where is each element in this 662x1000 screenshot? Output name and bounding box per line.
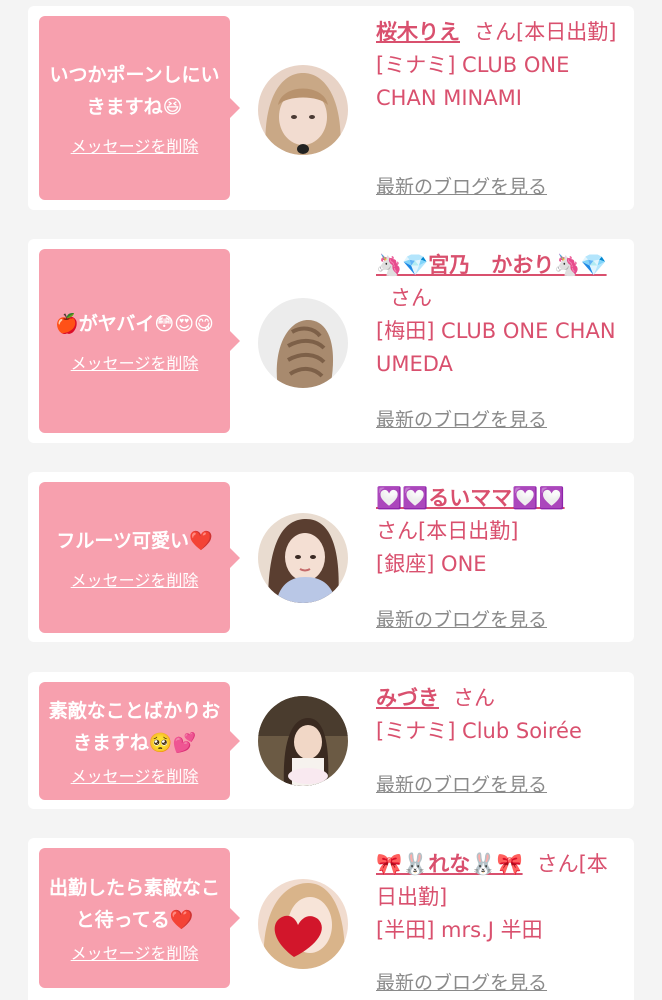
avatar[interactable] [258,65,348,155]
shop-name: [半田] mrs.J 半田 [376,918,543,942]
cast-info: 桜木りえ さん[本日出勤] [ミナミ] CLUB ONE CHAN MINAMI [376,16,626,115]
message-bubble: 素敵なことばかりおきますね🥺💕 メッセージを削除 [39,682,240,800]
delete-message-link[interactable]: メッセージを削除 [71,133,199,157]
shop-name: [梅田] CLUB ONE CHAN UMEDA [376,319,616,376]
message-card: 素敵なことばかりおきますね🥺💕 メッセージを削除 みづき さん [ミナミ] Clu… [28,672,634,809]
delete-message-link[interactable]: メッセージを削除 [71,350,199,374]
message-bubble: 出勤したら素敵なこと待ってる❤️ メッセージを削除 [39,848,240,988]
cast-name-link[interactable]: 🦄💎宮乃 かおり🦄💎 [376,253,607,277]
message-card: 出勤したら素敵なこと待ってる❤️ メッセージを削除 🎀🐰れな🐰🎀 さん[本日出勤]… [28,838,634,1000]
latest-blog-link[interactable]: 最新のブログを見る [376,968,547,995]
delete-message-link[interactable]: メッセージを削除 [71,567,199,591]
message-card: いつかポーンしにいきますね😆 メッセージを削除 桜木りえ さん[本日出勤] [ミナ… [28,6,634,210]
latest-blog-link[interactable]: 最新のブログを見る [376,770,547,797]
avatar[interactable] [258,696,348,786]
cast-name-link[interactable]: みづき [376,686,439,710]
message-bubble: いつかポーンしにいきますね😆 メッセージを削除 [39,16,240,200]
avatar-woman-blonde-icon [258,65,348,155]
message-bubble: 🍎がヤバイ😳😍😋 メッセージを削除 [39,249,240,433]
cast-status: さん [453,686,495,710]
latest-blog-link[interactable]: 最新のブログを見る [376,172,547,199]
delete-message-link[interactable]: メッセージを削除 [71,940,199,964]
cast-name-link[interactable]: 💟💟るいママ💟💟 [376,486,565,510]
cast-info: 💟💟るいママ💟💟 さん[本日出勤] [銀座] ONE [376,482,626,581]
cast-name-link[interactable]: 🎀🐰れな🐰🎀 [376,852,523,876]
cast-info: 🎀🐰れな🐰🎀 さん[本日出勤] [半田] mrs.J 半田 [376,848,626,947]
cast-name-link[interactable]: 桜木りえ [376,20,460,44]
message-bubble: フルーツ可愛い❤️ メッセージを削除 [39,482,240,633]
avatar-woman-cake-icon [258,696,348,786]
shop-name: [銀座] ONE [376,552,487,576]
cast-status: さん [390,286,432,310]
latest-blog-link[interactable]: 最新のブログを見る [376,405,547,432]
message-text: 🍎がヤバイ😳😍😋 [55,313,214,335]
message-card: フルーツ可愛い❤️ メッセージを削除 💟💟るいママ💟💟 さん[本日出勤] [銀座… [28,472,634,642]
avatar[interactable] [258,298,348,388]
cast-status: さん[本日出勤] [376,519,519,543]
cast-info: 🦄💎宮乃 かおり🦄💎 さん [梅田] CLUB ONE CHAN UMEDA [376,249,626,381]
shop-name: [ミナミ] CLUB ONE CHAN MINAMI [376,53,570,110]
avatar-heart-icon [258,879,348,969]
avatar[interactable] [258,879,348,969]
shop-name: [ミナミ] Club Soirée [376,719,582,743]
latest-blog-link[interactable]: 最新のブログを見る [376,605,547,632]
message-text: 素敵なことばかりおきますね🥺💕 [48,700,221,754]
message-text: いつかポーンしにいきますね😆 [49,64,220,118]
delete-message-link[interactable]: メッセージを削除 [71,763,199,787]
cast-status: さん[本日出勤] [474,20,617,44]
message-text: 出勤したら素敵なこと待ってる❤️ [48,877,220,931]
avatar-woman-kimono-icon [258,513,348,603]
message-card: 🍎がヤバイ😳😍😋 メッセージを削除 🦄💎宮乃 かおり🦄💎 さん [梅田] CLUB… [28,239,634,443]
avatar-braided-hair-icon [258,298,348,388]
message-text: フルーツ可愛い❤️ [56,529,213,552]
cast-info: みづき さん [ミナミ] Club Soirée [376,682,626,748]
avatar[interactable] [258,513,348,603]
